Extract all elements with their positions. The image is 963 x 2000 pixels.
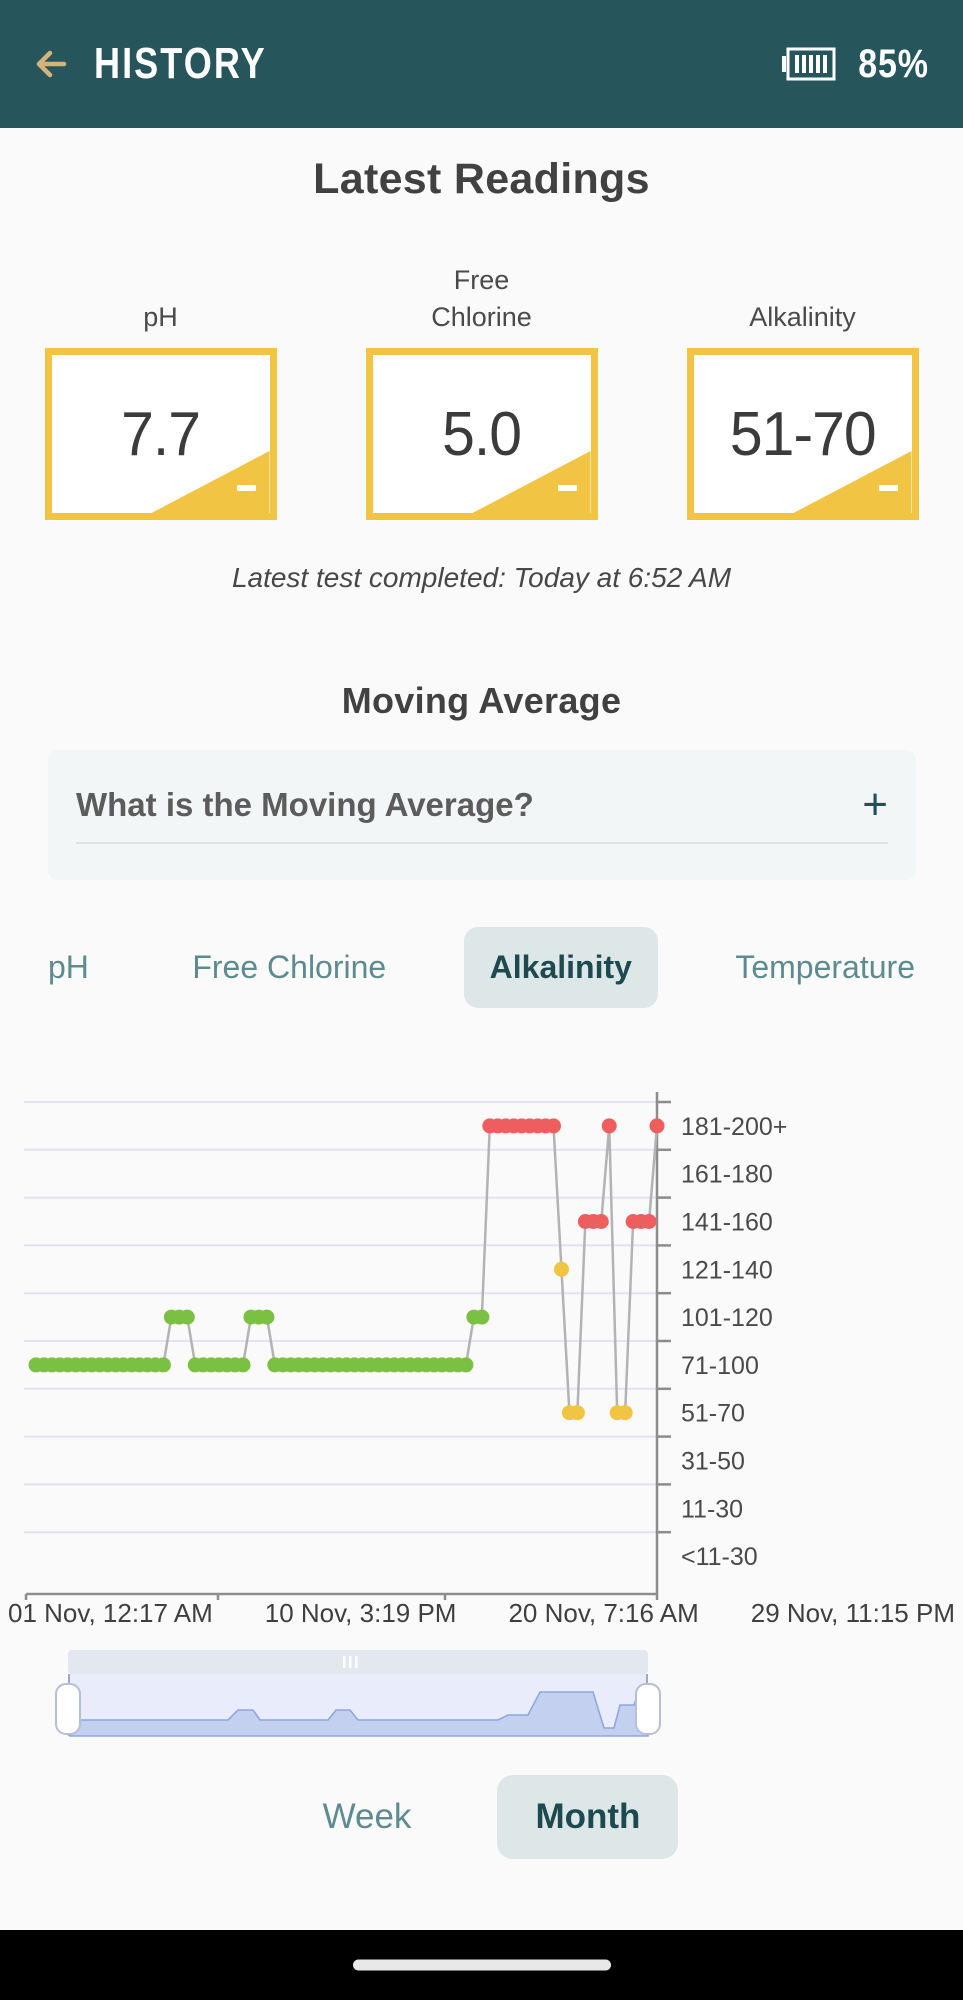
accordion-header[interactable]: What is the Moving Average? + <box>76 783 888 842</box>
chart-data-point[interactable] <box>474 1309 490 1325</box>
chart-data-point[interactable] <box>546 1118 561 1134</box>
scrollbar-handle-right[interactable] <box>635 1683 661 1735</box>
alkalinity-history-chart[interactable]: <11-30 11-30 31-50 51-70 71-100 101-120 121-14… <box>0 1080 963 1600</box>
chart-y-axis-label: 101-120 <box>681 1304 773 1332</box>
chart-data-point[interactable] <box>569 1405 585 1421</box>
reading-card-ph[interactable]: pH 7.7 <box>41 299 281 520</box>
card-trend-flat-icon <box>557 485 577 491</box>
card-trend-flat-icon <box>878 485 898 491</box>
range-scrollbar-canvas[interactable] <box>48 1650 668 1738</box>
chart-data-point[interactable] <box>179 1309 195 1325</box>
reading-card-box: 5.0 <box>365 348 598 520</box>
x-tick-label: 01 Nov, 12:17 AM <box>8 1598 213 1628</box>
reading-card-label: pH <box>143 302 178 332</box>
reading-card-alkalinity[interactable]: Alkalinity 51-70 <box>683 299 923 520</box>
metric-tabs: pH Free Chlorine Alkalinity Temperature <box>0 915 963 1020</box>
scrollbar-handle-left[interactable] <box>55 1683 81 1735</box>
app-bar: HISTORY 85% <box>0 0 963 128</box>
x-tick-label: 20 Nov, 7:16 AM <box>508 1598 699 1628</box>
chart-y-axis-label: <11-30 <box>681 1543 758 1571</box>
reading-card-label: Alkalinity <box>749 302 856 332</box>
chart-x-axis-labels: 01 Nov, 12:17 AM 10 Nov, 3:19 PM 20 Nov,… <box>0 1598 963 1629</box>
tab-alkalinity[interactable]: Alkalinity <box>463 927 658 1008</box>
latest-test-timestamp: Latest test completed: Today at 6:52 AM <box>231 562 732 593</box>
chart-y-axis-label: 141-160 <box>681 1209 773 1237</box>
reading-card-value: 5.0 <box>441 399 522 469</box>
tab-temperature[interactable]: Temperature <box>709 927 941 1008</box>
moving-average-accordion[interactable]: What is the Moving Average? + <box>48 750 916 880</box>
reading-card-value: 7.7 <box>120 399 201 469</box>
chart-y-axis-label: 51-70 <box>681 1400 745 1428</box>
chart-y-axis-label: 71-100 <box>681 1352 759 1380</box>
drag-grip-icon <box>355 1656 358 1668</box>
tab-free-chlorine[interactable]: Free Chlorine <box>166 927 412 1008</box>
chart-data-point[interactable] <box>649 1118 665 1134</box>
x-tick-label: 29 Nov, 11:15 PM <box>750 1598 955 1628</box>
plus-icon[interactable]: + <box>862 783 888 827</box>
period-month-button[interactable]: Month <box>497 1775 679 1859</box>
chart-data-point[interactable] <box>259 1309 275 1325</box>
app-screen: HISTORY 85% Latest Readings pH 7.7 Free … <box>0 0 963 2000</box>
reading-card-free-chlorine[interactable]: Free Chlorine 5.0 <box>362 262 602 520</box>
reading-card-value: 51-70 <box>729 399 877 469</box>
x-tick-label: 10 Nov, 3:19 PM <box>264 1598 457 1628</box>
range-grip-bar[interactable] <box>68 1650 648 1674</box>
accordion-divider <box>76 842 888 844</box>
chart-data-point[interactable] <box>553 1261 569 1277</box>
card-trend-flat-icon <box>236 485 256 491</box>
chart-data-point[interactable] <box>641 1214 657 1229</box>
reading-card-label-line1: Free <box>453 265 510 295</box>
chart-y-axis-label: 161-180 <box>681 1161 773 1189</box>
chart-y-axis-label: 121-140 <box>681 1256 773 1284</box>
chart-y-axis-label: 181-200+ <box>681 1113 787 1141</box>
home-indicator[interactable] <box>352 1959 611 1971</box>
system-navigation-bar <box>0 1930 963 2000</box>
chart-data-point[interactable] <box>601 1118 617 1134</box>
chart-y-axis-label: 11-30 <box>681 1495 743 1523</box>
chart-range-scrollbar[interactable] <box>48 1650 668 1738</box>
chart-y-axis-label: 31-50 <box>681 1448 745 1476</box>
chart-data-point[interactable] <box>235 1357 251 1373</box>
chart-data-point[interactable] <box>617 1405 633 1421</box>
period-toggle: Week Month <box>0 1775 963 1859</box>
back-arrow-icon[interactable] <box>28 36 84 92</box>
tab-ph[interactable]: pH <box>22 927 115 1008</box>
latest-readings-cards: pH 7.7 Free Chlorine 5.0 Alkalinity 51-7… <box>0 250 963 520</box>
reading-card-label: Free Chlorine <box>431 262 532 336</box>
battery-percent-label: 85% <box>858 41 929 86</box>
reading-card-box: 7.7 <box>44 348 277 520</box>
chart-data-point[interactable] <box>155 1357 171 1373</box>
chart-canvas: <11-30 11-30 31-50 51-70 71-100 101-120 121-14… <box>24 1092 787 1600</box>
drag-grip-icon <box>349 1656 352 1668</box>
reading-card-box: 51-70 <box>686 348 919 520</box>
latest-readings-title: Latest Readings <box>313 155 650 203</box>
reading-card-label-line2: Chlorine <box>431 302 532 332</box>
page-title: HISTORY <box>94 39 267 88</box>
chart-data-point[interactable] <box>593 1214 609 1229</box>
accordion-question: What is the Moving Average? <box>76 786 534 823</box>
period-week-button[interactable]: Week <box>285 1775 450 1859</box>
moving-average-title: Moving Average <box>341 680 622 721</box>
chart-data-point[interactable] <box>458 1357 474 1373</box>
drag-grip-icon <box>343 1656 346 1668</box>
battery-icon <box>780 44 838 84</box>
app-bar-status: 85% <box>780 42 935 87</box>
